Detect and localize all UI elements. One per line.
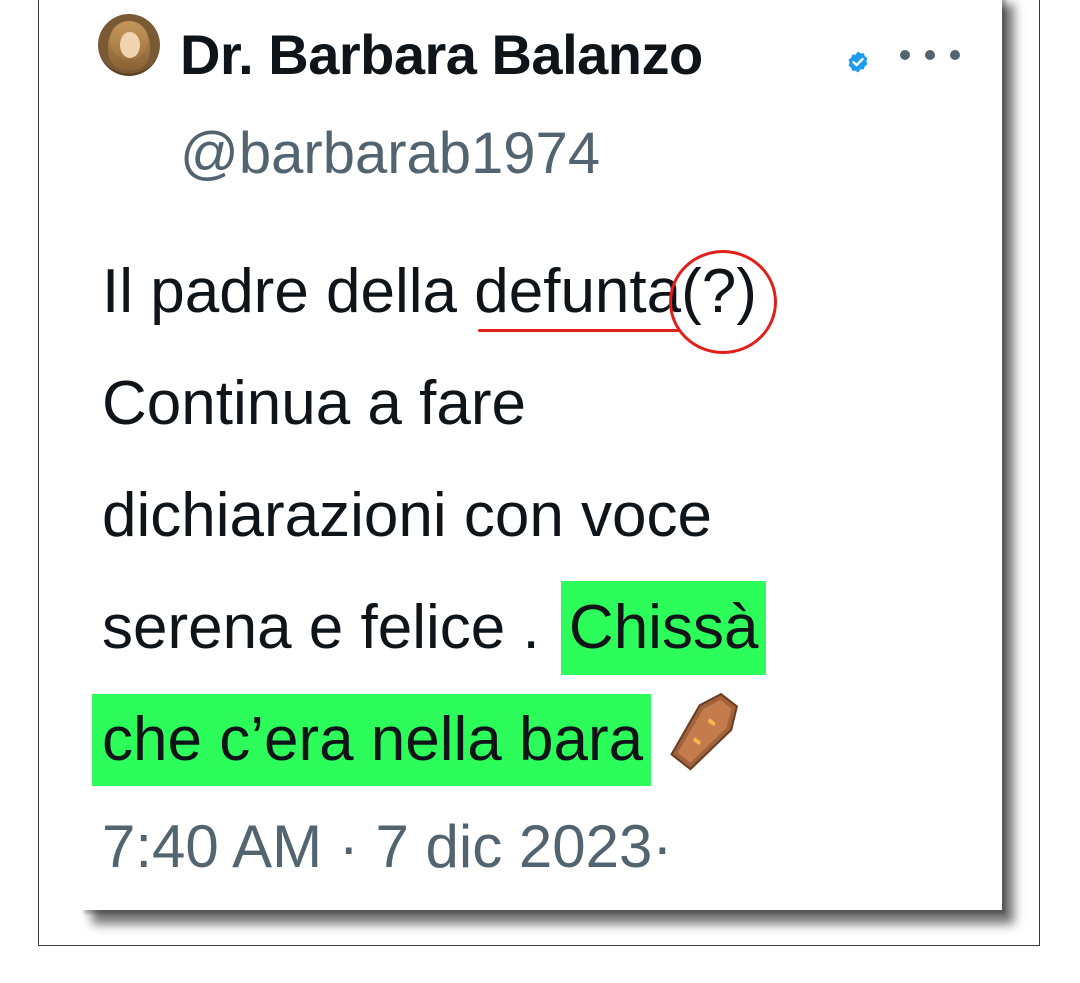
tweet-text-line-1: Il padre della defunta (?) <box>102 236 778 354</box>
red-underline-mark <box>478 329 682 332</box>
red-circle-mark <box>669 250 778 354</box>
avatar[interactable] <box>98 14 160 76</box>
tweet-text-line-4: serena e felice . Chissà <box>102 572 767 684</box>
circled-question: (?) <box>669 236 778 354</box>
author-handle[interactable]: @barbarab1974 <box>180 120 600 187</box>
verified-badge-icon <box>848 51 868 73</box>
underlined-word: defunta <box>474 236 682 348</box>
more-options-icon[interactable] <box>895 40 965 70</box>
coffin-icon <box>670 692 739 771</box>
highlighted-text-2: che c’era nella bara <box>92 694 652 786</box>
tweet-text-line-3: dichiarazioni con voce <box>102 481 713 550</box>
tweet-text-line-4-plain: serena e felice . <box>102 593 557 662</box>
avatar-face <box>120 32 140 58</box>
highlighted-text-1: Chissà <box>560 581 767 675</box>
tweet-text-line-5: che c’era nella bara <box>92 684 745 796</box>
underlined-word-text: defunta <box>474 257 682 326</box>
tweet-timestamp[interactable]: 7:40 AM · 7 dic 2023· <box>102 812 672 881</box>
author-display-name[interactable]: Dr. Barbara Balanzo <box>180 22 703 87</box>
tweet-text-prefix: Il padre della <box>102 257 475 326</box>
tweet-text-line-2: Continua a fare <box>102 369 526 438</box>
